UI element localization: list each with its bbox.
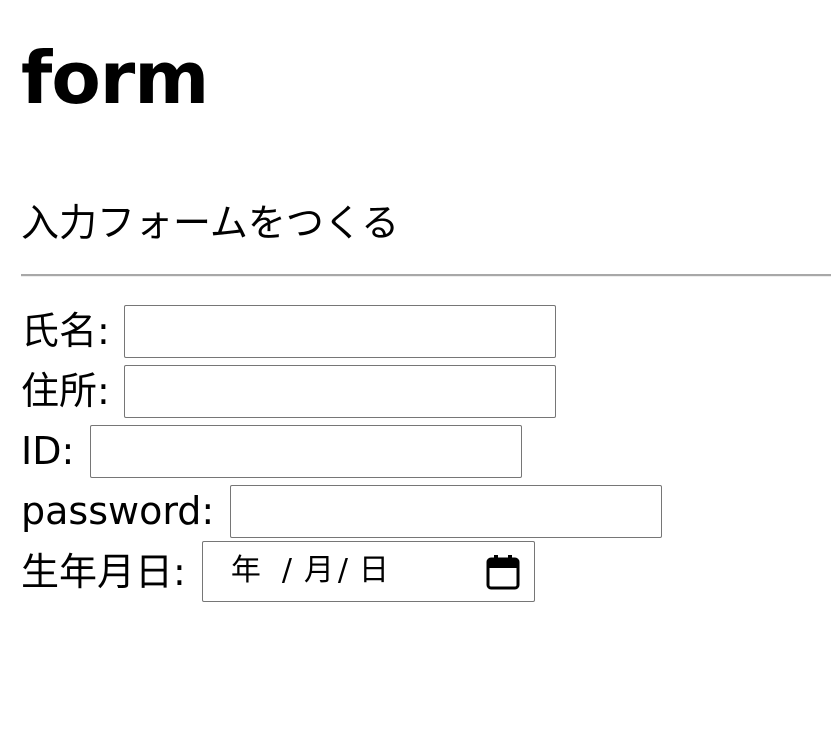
- address-input[interactable]: [123, 364, 556, 418]
- date-day-segment[interactable]: 日: [359, 553, 389, 589]
- password-input[interactable]: [230, 484, 663, 538]
- page-subtitle: 入力フォームをつくる: [21, 201, 400, 245]
- address-label: 住所:: [21, 369, 110, 413]
- id-input[interactable]: [90, 424, 523, 478]
- page-title: form: [21, 36, 209, 120]
- password-row: password:: [21, 484, 663, 538]
- birthdate-row: 生年月日: 年 / 月 / 日: [21, 541, 535, 602]
- name-input[interactable]: [123, 304, 556, 358]
- name-row: 氏名:: [21, 304, 556, 358]
- birthdate-input[interactable]: 年 / 月 / 日: [201, 541, 535, 602]
- calendar-icon[interactable]: [486, 554, 520, 590]
- name-label: 氏名:: [21, 309, 110, 353]
- date-separator: /: [281, 553, 292, 588]
- date-separator: /: [337, 553, 348, 588]
- birthdate-label: 生年月日:: [21, 549, 186, 594]
- date-year-segment[interactable]: 年: [231, 553, 261, 589]
- password-label: password:: [21, 489, 215, 533]
- horizontal-divider: [21, 274, 831, 277]
- id-row: ID:: [21, 424, 523, 478]
- id-label: ID:: [21, 429, 75, 473]
- address-row: 住所:: [21, 364, 556, 418]
- date-month-segment[interactable]: 月: [304, 553, 334, 589]
